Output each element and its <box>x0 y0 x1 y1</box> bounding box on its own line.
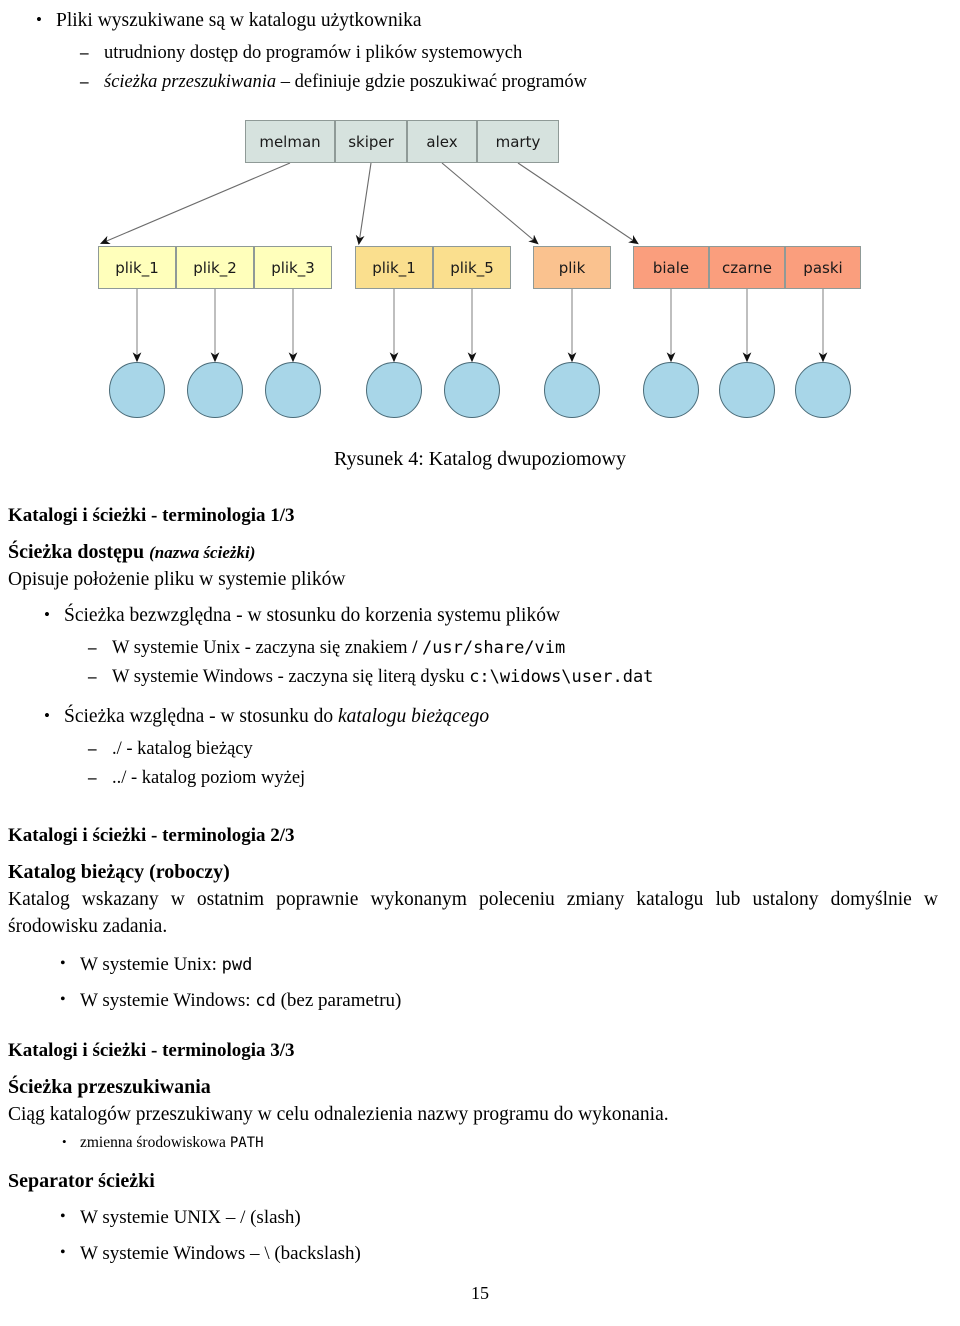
level2-cell-label: biale <box>652 258 690 277</box>
section1-parent-dir-item: ../ - katalog poziom wyżej <box>8 765 952 791</box>
intro-sub-bullet-2: ścieżka przeszukiwania – definiuje gdzie… <box>0 69 960 95</box>
section-terminologia-2: Katalogi i ścieżki - terminologia 2/3 Ka… <box>8 823 938 1014</box>
section2-paragraph: Katalog wskazany w ostatnim poprawnie wy… <box>8 889 938 937</box>
section2-windows-cd-pre: W systemie Windows: <box>80 990 256 1011</box>
section3-heading: Katalogi i ścieżki - terminologia 3/3 <box>8 1040 295 1061</box>
section1-windows-path-item: W systemie Windows - zaczyna się literą … <box>8 664 952 690</box>
level1-cell-label: alex <box>426 132 458 151</box>
leaf-file-circle <box>544 362 600 418</box>
section1-parent-dir-text: ../ - katalog poziom wyżej <box>112 768 306 788</box>
section1-current-dir-text: ./ - katalog bieżący <box>112 739 253 759</box>
level2-cell: plik_1 <box>98 246 176 289</box>
section1-unix-path-pre: W systemie Unix - zaczyna się znakiem <box>112 638 413 658</box>
section1-bullet-absolute: Ścieżka bezwzględna - w stosunku do korz… <box>8 602 952 629</box>
section3-unix-separator-item: W systemie UNIX – / (slash) <box>8 1204 938 1231</box>
intro-sub-bullet-1: utrudniony dostęp do programów i plików … <box>0 40 960 66</box>
level2-cell: czarne <box>709 246 785 289</box>
level2-cell: biale <box>633 246 709 289</box>
page-number: 15 <box>471 1283 489 1303</box>
document-page: Pliki wyszukiwane są w katalogu użytkown… <box>0 0 960 1326</box>
leaf-file-circle <box>444 362 500 418</box>
level2-cell: plik_5 <box>433 246 511 289</box>
leaf-file-circle <box>265 362 321 418</box>
level1-to-level2-arrow <box>517 162 639 245</box>
section2-unix-pwd-item: W systemie Unix: pwd <box>8 951 938 978</box>
section1-unix-path-example: /usr/share/vim <box>421 638 566 658</box>
section3-unix-separator-text: W systemie UNIX – / (slash) <box>80 1207 301 1228</box>
level2-cell-label: plik <box>558 258 586 277</box>
section1-bullet-relative-pre: Ścieżka względna - w stosunku do <box>64 706 339 727</box>
level2-cell: plik_3 <box>254 246 332 289</box>
level2-cell: plik_1 <box>355 246 433 289</box>
section1-heading: Katalogi i ścieżki - terminologia 1/3 <box>8 505 295 526</box>
level1-cell: melman <box>245 120 335 163</box>
level1-cell-label: melman <box>259 132 321 151</box>
section1-windows-path-pre: W systemie Windows - zaczyna się literą … <box>112 667 470 687</box>
section-terminologia-3: Katalogi i ścieżki - terminologia 3/3 Śc… <box>8 1038 938 1267</box>
section3-path-variable-name: PATH <box>229 1135 264 1151</box>
leaf-file-circle <box>719 362 775 418</box>
level2-cell-label: plik_2 <box>193 258 237 277</box>
level1-cell-label: skiper <box>348 132 394 151</box>
level1-cell: skiper <box>335 120 407 163</box>
section1-bullet-relative-emph: katalogu bieżącego <box>338 706 490 727</box>
intro-sub-bullet-1-text: utrudniony dostęp do programów i plików … <box>104 43 523 63</box>
section2-windows-cd-item: W systemie Windows: cd (bez parametru) <box>8 987 938 1014</box>
intro-sub-bullet-2-text: – definiuje gdzie poszukiwać programów <box>276 72 587 92</box>
level2-cell-label: plik_1 <box>372 258 416 277</box>
intro-main-bullet: Pliki wyszukiwane są w katalogu użytkown… <box>0 7 960 34</box>
section2-windows-cd-post: (bez parametru) <box>275 990 402 1011</box>
level1-cell: alex <box>407 120 477 163</box>
section-terminologia-1: Katalogi i ścieżki - terminologia 1/3 Śc… <box>8 503 952 791</box>
level2-cell: plik_2 <box>176 246 254 289</box>
level1-cell-label: marty <box>495 132 541 151</box>
section1-subheading-bold: Ścieżka dostępu <box>8 541 145 563</box>
level2-cell-label: paski <box>803 258 843 277</box>
figure-two-level-directory: melman skiper alex marty plik_1 plik_2 plik_3… <box>0 108 960 438</box>
section3-path-variable-item: zmienna środowiskowa PATH <box>8 1131 938 1154</box>
leaf-file-circle <box>643 362 699 418</box>
level1-cell: marty <box>477 120 559 163</box>
section3-windows-separator-item: W systemie Windows – \ (backslash) <box>8 1240 938 1267</box>
section1-bullet-relative: Ścieżka względna - w stosunku do katalog… <box>8 703 952 730</box>
section1-current-dir-item: ./ - katalog bieżący <box>8 736 952 762</box>
intro-bullet-list: Pliki wyszukiwane są w katalogu użytkown… <box>0 7 960 95</box>
section3-windows-separator-post: (backslash) <box>269 1243 361 1264</box>
leaf-file-circle <box>187 362 243 418</box>
level2-cell: plik <box>533 246 611 289</box>
section1-subheading-italic: (nazwa ścieżki) <box>149 543 256 562</box>
section2-heading: Katalogi i ścieżki - terminologia 2/3 <box>8 825 295 846</box>
section3-subheading: Ścieżka przeszukiwania <box>8 1076 211 1098</box>
section2-windows-cd-command: cd <box>255 991 276 1011</box>
intro-sub-bullet-2-emph: ścieżka przeszukiwania <box>104 72 277 92</box>
level1-to-level2-arrow <box>99 162 291 245</box>
section3-separator-subheading: Separator ścieżki <box>8 1170 155 1192</box>
level2-cell-label: plik_3 <box>271 258 315 277</box>
section2-unix-pwd-pre: W systemie Unix: <box>80 954 222 975</box>
section3-windows-separator-pre: W systemie Windows – <box>80 1243 265 1264</box>
section1-description: Opisuje położenie pliku w systemie plikó… <box>8 569 346 590</box>
section1-subheading: Ścieżka dostępu (nazwa ścieżki) <box>8 539 952 566</box>
section3-description: Ciąg katalogów przeszukiwany w celu odna… <box>8 1104 669 1125</box>
leaf-file-circle <box>795 362 851 418</box>
intro-main-bullet-text: Pliki wyszukiwane są w katalogu użytkown… <box>56 10 422 31</box>
leaf-file-circle <box>366 362 422 418</box>
section1-windows-path-example: c:\widows\user.dat <box>469 667 654 687</box>
section1-bullet-absolute-text: Ścieżka bezwzględna - w stosunku do korz… <box>64 605 561 626</box>
level1-to-level2-arrow <box>441 162 539 245</box>
section2-subheading: Katalog bieżący (roboczy) <box>8 861 230 883</box>
section3-path-variable-pre: zmienna środowiskowa <box>80 1134 230 1151</box>
section1-unix-path-item: W systemie Unix - zaczyna się znakiem / … <box>8 635 952 661</box>
section2-unix-pwd-command: pwd <box>221 955 253 975</box>
level1-to-level2-arrow <box>355 162 372 246</box>
leaf-file-circle <box>109 362 165 418</box>
level2-cell: paski <box>785 246 861 289</box>
figure-caption: Rysunek 4: Katalog dwupoziomowy <box>334 448 626 470</box>
level2-cell-label: plik_5 <box>450 258 494 277</box>
level2-cell-label: plik_1 <box>115 258 159 277</box>
level2-cell-label: czarne <box>722 258 772 277</box>
